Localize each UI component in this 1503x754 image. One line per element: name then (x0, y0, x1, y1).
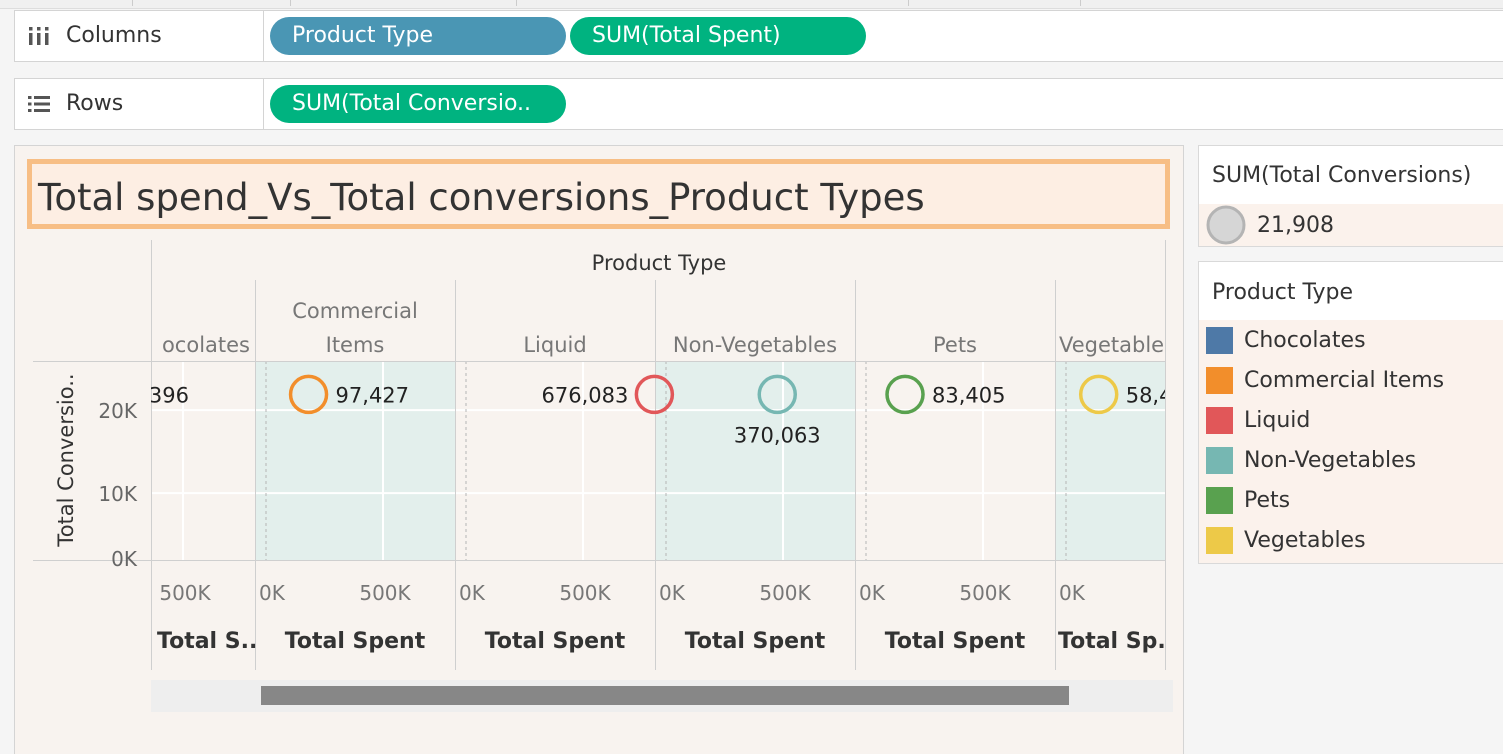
column-header: Non-Vegetables (673, 333, 837, 357)
legend-item-label[interactable]: Chocolates (1244, 328, 1366, 353)
y-tick-label: 0K (111, 547, 138, 571)
legend-swatch[interactable] (1206, 527, 1233, 554)
legend-item-label[interactable]: Liquid (1244, 408, 1310, 433)
legend-swatch[interactable] (1206, 367, 1233, 394)
panel-gutter (1185, 132, 1198, 754)
column-header: Vegetable (1059, 333, 1164, 357)
x-axis-title: Total Spent (885, 629, 1026, 654)
x-tick-label: 0K (259, 581, 286, 605)
column-header: Liquid (523, 333, 586, 357)
legend-item-label[interactable]: Non-Vegetables (1244, 448, 1416, 473)
column-header-line: Items (326, 333, 385, 357)
x-tick-label: 500K (959, 581, 1011, 605)
legend-swatch[interactable] (1206, 407, 1233, 434)
legend-item-label[interactable]: Pets (1244, 488, 1290, 513)
x-axis-title: Total Spent (485, 629, 626, 654)
legend-item-label[interactable]: Vegetables (1244, 528, 1366, 553)
scrollbar-thumb[interactable] (261, 686, 1069, 705)
x-tick-label: 0K (1059, 581, 1086, 605)
x-tick-label: 0K (459, 581, 486, 605)
x-tick-label: 500K (159, 581, 211, 605)
size-legend[interactable]: SUM(Total Conversions) 21,908 (1198, 145, 1503, 247)
size-circle-icon (1206, 205, 1246, 245)
y-axis-title: Total Conversio.. (54, 373, 78, 547)
x-axis-title: Total S.. (157, 629, 257, 654)
x-tick-label: 500K (559, 581, 611, 605)
mark-value-label: 396 (149, 383, 189, 407)
size-legend-title: SUM(Total Conversions) (1212, 163, 1472, 188)
x-tick-label: 0K (659, 581, 686, 605)
x-axis-title: Total Sp.. (1058, 629, 1174, 654)
mark-pets[interactable] (885, 374, 925, 415)
x-tick-label: 500K (759, 581, 811, 605)
product-type-header: Product Type (592, 251, 727, 275)
mark-value-label: 58,40 (1126, 383, 1185, 407)
x-axis-title: Total Spent (285, 629, 426, 654)
color-legend-title: Product Type (1212, 280, 1354, 305)
legend-swatch[interactable] (1206, 447, 1233, 474)
y-tick-label: 20K (98, 399, 137, 423)
mark-value-label: 370,063 (734, 423, 821, 447)
mark-value-label: 83,405 (932, 383, 1005, 407)
band-non-vegetables (655, 361, 855, 560)
size-legend-value: 21,908 (1257, 213, 1334, 238)
mark-value-label: 97,427 (336, 383, 409, 407)
column-header: ocolates (162, 333, 250, 357)
x-axis-title: Total Spent (685, 629, 826, 654)
mark-value-label: 676,083 (542, 383, 629, 407)
legend-swatch[interactable] (1206, 487, 1233, 514)
color-legend-body (1199, 320, 1503, 563)
column-header-line: Commercial (292, 299, 418, 323)
x-tick-label: 0K (859, 581, 886, 605)
chart-canvas: Product Type ocolates 500K Total S.. Commer… (33, 240, 1185, 670)
x-tick-label: 500K (359, 581, 411, 605)
legend-item-label[interactable]: Commercial Items (1244, 368, 1444, 393)
column-header: Pets (933, 333, 977, 357)
legend-swatch[interactable] (1206, 327, 1233, 354)
y-tick-label: 10K (98, 482, 137, 506)
